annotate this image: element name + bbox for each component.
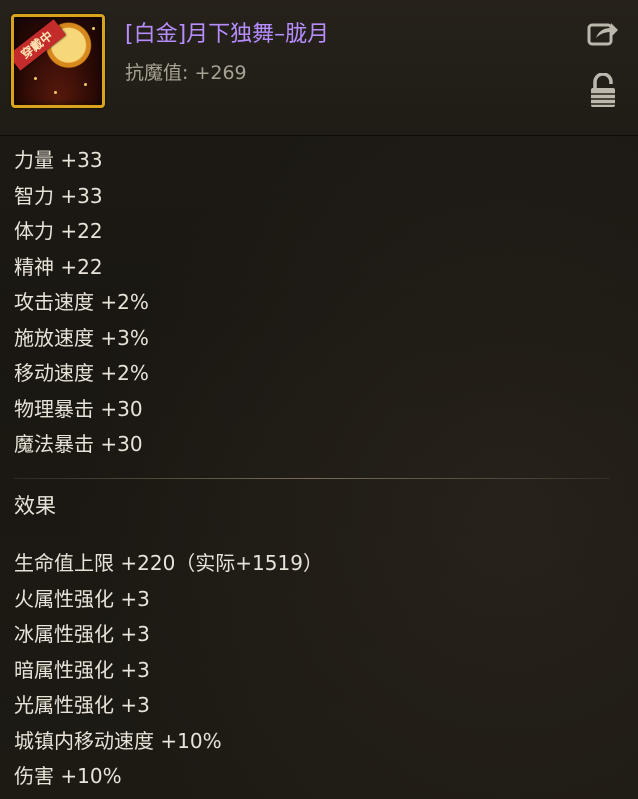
effect-line: 伤害 +10% — [14, 764, 122, 788]
effect-line: 光属性强化 +3 — [14, 693, 150, 717]
unlock-padlock-icon[interactable] — [586, 73, 620, 108]
stat-line: 攻击速度 +2% — [14, 290, 149, 314]
item-tooltip: 穿戴中 [白金]月下独舞–胧月 抗魔值: +269 力量 +33 智力 +33 … — [0, 0, 638, 799]
effects-title: 效果 — [14, 494, 56, 518]
effect-line: 暗属性强化 +3 — [14, 657, 150, 682]
stat-line: 施放速度 +3% — [14, 325, 149, 350]
stat-list: 力量 +33 智力 +33 体力 +22 精神 +22 攻击速度 +2% 施放速… — [14, 143, 149, 463]
stat-line: 体力 +22 — [14, 219, 103, 243]
section-divider — [14, 478, 610, 479]
item-icon[interactable]: 穿戴中 — [11, 14, 105, 108]
stat-line: 力量 +33 — [14, 148, 103, 172]
effect-line: 城镇内移动速度 +10% — [14, 728, 222, 753]
share-arrow-icon[interactable] — [586, 16, 620, 50]
effect-line: 冰属性强化 +3 — [14, 622, 150, 646]
stat-line: 移动速度 +2% — [14, 361, 149, 385]
effect-list: 生命值上限 +220（实际+1519） 火属性强化 +3 冰属性强化 +3 暗属… — [14, 546, 323, 795]
tooltip-header: 穿戴中 [白金]月下独舞–胧月 抗魔值: +269 — [0, 0, 638, 136]
effect-line: 火属性强化 +3 — [14, 586, 150, 611]
item-name: [白金]月下独舞–胧月 — [125, 22, 330, 47]
stat-line: 魔法暴击 +30 — [14, 432, 143, 456]
effect-line: 生命值上限 +220（实际+1519） — [14, 551, 323, 575]
magic-resist-value: 抗魔值: +269 — [125, 62, 247, 84]
equipped-badge: 穿戴中 — [14, 19, 67, 71]
stat-line: 物理暴击 +30 — [14, 396, 143, 421]
stat-line: 精神 +22 — [14, 254, 103, 279]
stat-line: 智力 +33 — [14, 183, 103, 208]
